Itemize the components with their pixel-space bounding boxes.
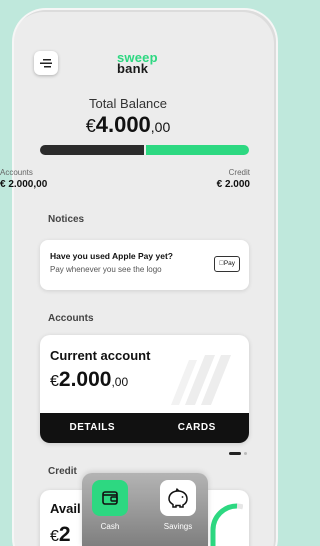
credit-currency: €	[50, 528, 59, 545]
credit-main: 2	[58, 523, 71, 546]
carousel-pagination	[229, 452, 247, 455]
account-card-actions: DETAILS CARDS	[40, 413, 249, 443]
dock-label-savings: Savings	[163, 522, 193, 531]
dock-label-cash: Cash	[100, 522, 120, 531]
accounts-title: Accounts	[48, 313, 94, 324]
pagination-dot[interactable]	[244, 452, 247, 455]
credit-available-label: Avail	[50, 501, 81, 516]
account-name: Current account	[50, 348, 151, 363]
credit-segment	[145, 145, 249, 155]
menu-icon	[40, 59, 52, 68]
notices-title: Notices	[48, 214, 85, 225]
notice-title: Have you used Apple Pay yet?	[50, 251, 173, 261]
balance-main: 4.000	[95, 112, 151, 137]
account-amount: €2.000,00	[50, 368, 128, 392]
apple-pay-notice-card[interactable]: Have you used Apple Pay yet? Pay wheneve…	[40, 240, 249, 290]
accounts-legend: Accounts € 2.000,00	[0, 168, 128, 190]
credit-title: Credit	[48, 466, 77, 477]
account-main: 2.000	[58, 368, 112, 391]
details-button[interactable]: DETAILS	[40, 413, 145, 443]
wallet-icon	[92, 480, 128, 516]
dock-item-savings[interactable]: Savings	[159, 480, 197, 531]
credit-legend-label: Credit	[228, 168, 250, 177]
total-balance-label: Total Balance	[88, 96, 168, 111]
dock-item-cash[interactable]: Cash	[91, 480, 129, 531]
accounts-segment	[40, 145, 144, 155]
current-account-card[interactable]: Current account €2.000,00 DETAILS CARDS	[40, 335, 249, 443]
account-currency: €	[50, 373, 59, 390]
notice-subtitle: Pay whenever you see the logo	[50, 265, 162, 274]
credit-legend: Credit € 2.000	[217, 168, 250, 190]
accounts-legend-label: Accounts	[0, 168, 33, 177]
balance-decimals: ,00	[150, 119, 171, 135]
currency-symbol: €	[85, 116, 96, 136]
brand-logo: sweep bank	[117, 51, 158, 75]
credit-amount: €2	[50, 523, 71, 546]
total-balance-amount: €4.000,00	[0, 112, 256, 138]
apple-pay-icon: Pay	[214, 256, 240, 272]
account-decimals: ,00	[111, 375, 129, 389]
balance-split-bar	[40, 145, 249, 155]
menu-button[interactable]	[34, 51, 58, 75]
bottom-dock: Cash Savings	[82, 473, 208, 546]
pagination-dot-active[interactable]	[229, 452, 241, 455]
piggy-bank-icon	[160, 480, 196, 516]
cards-button[interactable]: CARDS	[145, 413, 250, 443]
brand-watermark-icon	[171, 355, 231, 405]
credit-legend-value: € 2.000	[216, 179, 250, 190]
accounts-legend-value: € 2.000,00	[0, 179, 48, 190]
credit-ring-icon	[210, 503, 243, 546]
